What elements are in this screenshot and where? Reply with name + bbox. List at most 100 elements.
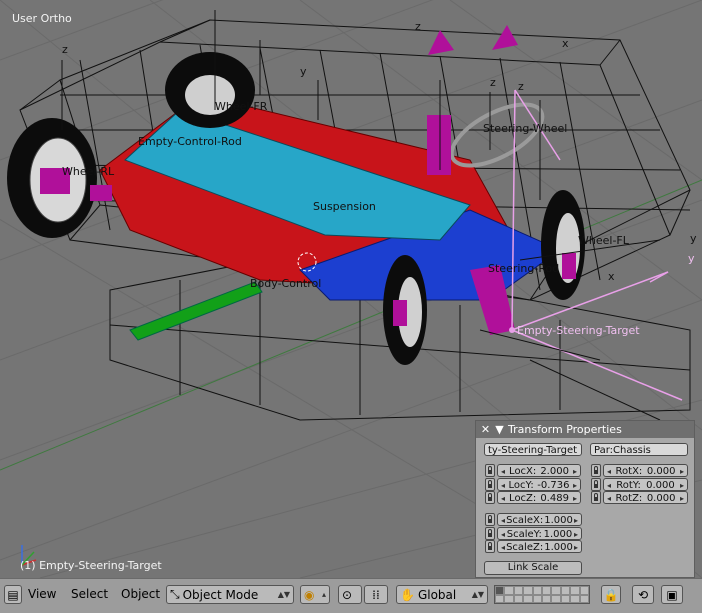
menu-object[interactable]: Object <box>121 587 160 601</box>
steering-wheel-mesh[interactable] <box>443 92 552 178</box>
axis-label-y-2: y <box>300 65 307 78</box>
label-steering-target: Empty-Steering-Target <box>517 324 640 337</box>
arrow-left-icon[interactable]: ◂ <box>501 528 505 539</box>
link-scale-button[interactable]: Link Scale <box>484 561 582 575</box>
mode-select[interactable]: ⤡ Object Mode ▲▼ <box>166 585 294 604</box>
layer-16[interactable] <box>541 594 552 603</box>
layer-4[interactable] <box>523 586 533 595</box>
locz-value: 0.489 <box>540 493 569 504</box>
steering-column[interactable] <box>427 115 451 175</box>
arrow-left-icon[interactable]: ◂ <box>501 465 505 476</box>
rotz-field[interactable]: ◂ RotZ: 0.000 ▸ <box>603 491 688 504</box>
layer-5[interactable] <box>532 586 542 595</box>
orientation-select[interactable]: ✋ Global ▲▼ <box>396 585 488 604</box>
scalez-value: 1.000 <box>544 542 573 553</box>
layer-1[interactable] <box>495 586 505 595</box>
scalex-value: 1.000 <box>544 515 573 526</box>
layer-12[interactable] <box>504 594 514 603</box>
collapse-triangle-icon[interactable]: ▼ <box>494 423 505 436</box>
axis-label-y-1: y <box>690 232 697 245</box>
arrow-left-icon[interactable]: ◂ <box>501 479 505 490</box>
lock-rotx-icon[interactable] <box>591 464 601 477</box>
lock-scalez-icon[interactable] <box>485 540 495 553</box>
menu-select[interactable]: Select <box>71 587 108 601</box>
lock-scaley-icon[interactable] <box>485 527 495 540</box>
lock-rotz-icon[interactable] <box>591 491 601 504</box>
lock-locx-icon[interactable] <box>485 464 495 477</box>
roty-label: RotY: <box>616 480 641 491</box>
wheel-front-left[interactable] <box>383 255 427 365</box>
locx-field[interactable]: ◂ LocX: 2.000 ▸ <box>497 464 581 477</box>
menu-view[interactable]: View <box>28 587 56 601</box>
layer-9[interactable] <box>570 586 580 595</box>
locx-value: 2.000 <box>540 466 569 477</box>
locz-field[interactable]: ◂ LocZ: 0.489 ▸ <box>497 491 581 504</box>
scaley-field[interactable]: ◂ ScaleY: 1.000 ▸ <box>497 527 582 540</box>
scalex-label: ScaleX: <box>506 515 544 526</box>
layer-2[interactable] <box>504 586 514 595</box>
draw-type-select[interactable]: ◉ ▴ <box>300 585 330 604</box>
parent-field[interactable]: Par:Chassis <box>590 443 688 456</box>
link-icon[interactable]: ⟲ <box>632 585 654 604</box>
scalex-field[interactable]: ◂ ScaleX: 1.000 ▸ <box>497 513 582 526</box>
arrow-right-icon[interactable]: ▸ <box>680 465 684 476</box>
view3d-header: ▤ View Select Object ⤡ Object Mode ▲▼ ◉ … <box>0 578 702 613</box>
wheel-rear-right[interactable] <box>165 52 255 128</box>
arrow-right-icon[interactable]: ▸ <box>573 465 577 476</box>
arrow-right-icon[interactable]: ▸ <box>574 514 578 525</box>
layer-14[interactable] <box>523 594 533 603</box>
arrow-left-icon[interactable]: ◂ <box>607 465 611 476</box>
arrow-right-icon[interactable]: ▸ <box>680 479 684 490</box>
transform-manipulator-icon[interactable]: ⁞⁞ <box>364 585 388 604</box>
steering-target-origin[interactable] <box>509 327 515 333</box>
object-name-field[interactable]: ty-Steering-Target <box>484 443 582 456</box>
layer-15[interactable] <box>532 594 542 603</box>
layer-18[interactable] <box>560 594 571 603</box>
panel-header[interactable]: ✕ ▼ Transform Properties <box>476 421 694 438</box>
roty-field[interactable]: ◂ RotY: 0.000 ▸ <box>603 478 688 491</box>
layer-17[interactable] <box>551 594 561 603</box>
cone-marker-left[interactable] <box>428 30 454 55</box>
scaley-value: 1.000 <box>543 529 573 540</box>
locy-value: -0.736 <box>537 480 570 491</box>
editor-type-icon[interactable]: ▤ <box>4 585 22 604</box>
layer-11[interactable] <box>495 594 505 603</box>
lock-roty-icon[interactable] <box>591 478 601 491</box>
pivot-select[interactable]: ⊙ <box>338 585 362 604</box>
render-icon[interactable]: ▣ <box>661 585 683 604</box>
lock-locz-icon[interactable] <box>485 491 495 504</box>
layer-19[interactable] <box>570 594 580 603</box>
arrow-left-icon[interactable]: ◂ <box>607 479 611 490</box>
arrow-right-icon[interactable]: ▸ <box>574 541 578 552</box>
arrow-left-icon[interactable]: ◂ <box>501 541 505 552</box>
arrow-right-icon[interactable]: ▸ <box>573 492 577 503</box>
lock-locy-icon[interactable] <box>485 478 495 491</box>
layer-8[interactable] <box>560 586 571 595</box>
roty-value: 0.000 <box>646 480 675 491</box>
rotx-field[interactable]: ◂ RotX: 0.000 ▸ <box>603 464 688 477</box>
wheel-rear-left[interactable] <box>7 118 112 238</box>
layer-buttons[interactable] <box>494 585 590 604</box>
rotz-label: RotZ: <box>615 493 643 504</box>
layer-10[interactable] <box>579 586 589 595</box>
scalez-field[interactable]: ◂ ScaleZ: 1.000 ▸ <box>497 540 582 553</box>
arrow-right-icon[interactable]: ▸ <box>574 528 578 539</box>
3d-viewport[interactable]: Empty-Control-Rod Suspension Steering-Wh… <box>0 0 702 578</box>
label-body-control: Body-Control <box>250 277 321 290</box>
arrow-left-icon[interactable]: ◂ <box>607 492 611 503</box>
arrow-left-icon[interactable]: ◂ <box>501 492 505 503</box>
layer-6[interactable] <box>541 586 552 595</box>
layer-20[interactable] <box>579 594 589 603</box>
close-icon[interactable]: ✕ <box>480 423 491 436</box>
transform-properties-panel[interactable]: ✕ ▼ Transform Properties ty-Steering-Tar… <box>475 420 695 578</box>
arrow-right-icon[interactable]: ▸ <box>573 479 577 490</box>
layer-7[interactable] <box>551 586 561 595</box>
lock-layers-icon[interactable]: 🔒 <box>601 585 621 604</box>
lock-scalex-icon[interactable] <box>485 513 495 526</box>
layer-3[interactable] <box>513 586 524 595</box>
arrow-left-icon[interactable]: ◂ <box>501 514 505 525</box>
orientation-label: Global <box>417 587 457 602</box>
locy-field[interactable]: ◂ LocY: -0.736 ▸ <box>497 478 581 491</box>
arrow-right-icon[interactable]: ▸ <box>680 492 684 503</box>
layer-13[interactable] <box>513 594 524 603</box>
